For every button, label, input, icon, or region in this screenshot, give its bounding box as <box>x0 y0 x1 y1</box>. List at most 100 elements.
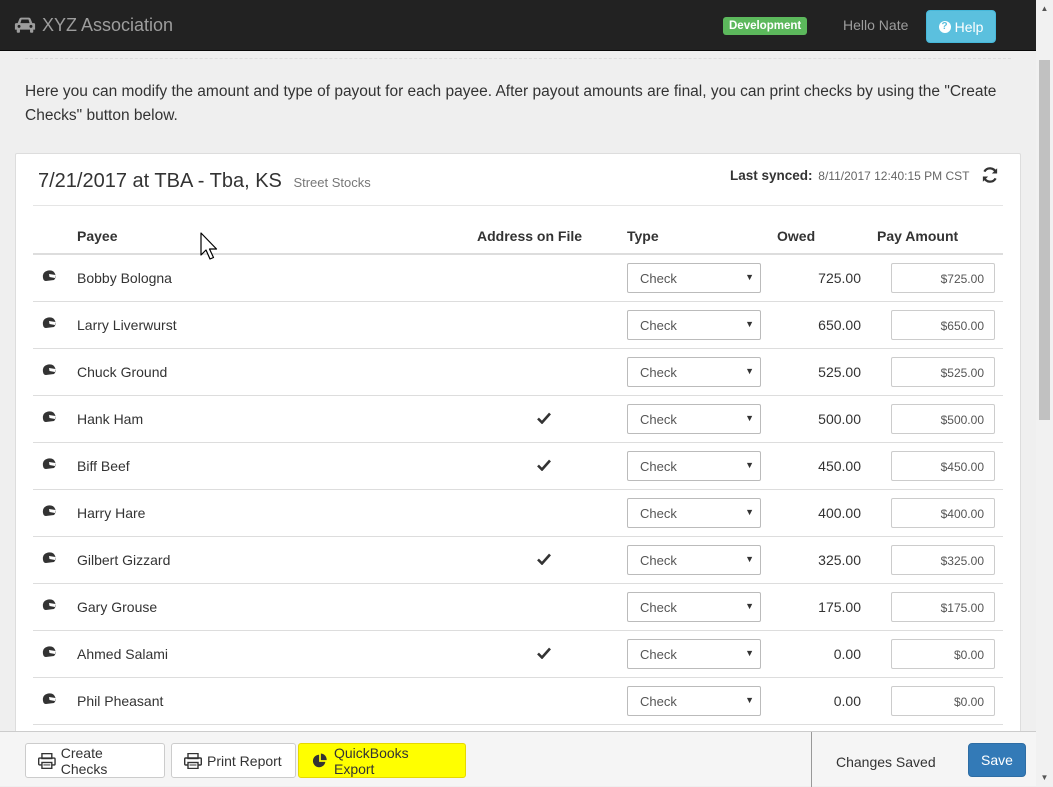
payout-type-value: Check <box>640 599 677 615</box>
helmet-cell <box>33 583 69 631</box>
header-pay-amount[interactable]: Pay Amount <box>869 218 1003 255</box>
pay-amount-input[interactable]: $525.00 <box>891 356 995 387</box>
payout-type-select[interactable]: Check ▼ <box>627 356 761 387</box>
help-button[interactable]: ? Help <box>926 10 996 43</box>
helmet-cell <box>33 254 69 302</box>
payee-name: Gary Grouse <box>69 583 469 631</box>
checkmark-icon <box>537 553 551 565</box>
payout-type-select[interactable]: Check ▼ <box>627 403 761 434</box>
payout-type-select[interactable]: Check ▼ <box>627 638 761 669</box>
quickbooks-export-button[interactable]: QuickBooks Export <box>298 743 466 778</box>
payout-type-value: Check <box>640 317 677 333</box>
printer-icon <box>184 752 202 769</box>
payee-name: Chuck Ground <box>69 348 469 396</box>
helmet-cell <box>33 301 69 349</box>
payout-type-select[interactable]: Check ▼ <box>627 450 761 481</box>
payee-name: Hank Ham <box>69 395 469 443</box>
pay-amount-cell: $0.00 <box>869 677 1003 725</box>
create-checks-label: Create Checks <box>60 744 108 777</box>
address-on-file-cell <box>469 536 619 584</box>
pay-amount-input[interactable]: $450.00 <box>891 450 995 481</box>
header-address[interactable]: Address on File <box>469 218 619 255</box>
table-row: Biff Beef Check ▼ 450.00 $450.00 <box>33 442 1003 490</box>
pay-amount-input[interactable]: $0.00 <box>891 638 995 669</box>
payout-type-select[interactable]: Check ▼ <box>627 309 761 340</box>
payout-type-select[interactable]: Check ▼ <box>627 544 761 575</box>
pay-amount-cell: $0.00 <box>869 630 1003 678</box>
pie-chart-icon <box>312 752 327 767</box>
header-owed[interactable]: Owed <box>769 218 869 255</box>
caret-down-icon: ▼ <box>745 365 754 376</box>
owed-amount: 450.00 <box>769 442 869 490</box>
payee-name: Phil Pheasant <box>69 677 469 725</box>
help-label: Help <box>954 18 984 35</box>
scroll-down-arrow-icon[interactable]: ▼ <box>1036 769 1053 786</box>
pay-amount-cell: $500.00 <box>869 395 1003 443</box>
payout-panel: 7/21/2017 at TBA - Tba, KS Street Stocks… <box>15 153 1021 773</box>
type-cell: Check ▼ <box>619 395 769 443</box>
environment-badge: Development <box>723 17 808 35</box>
type-cell: Check ▼ <box>619 489 769 537</box>
type-cell: Check ▼ <box>619 630 769 678</box>
payout-type-value: Check <box>640 693 677 709</box>
mouse-pointer-icon <box>200 232 218 260</box>
header-payee[interactable]: Payee <box>69 218 469 255</box>
pay-amount-input[interactable]: $725.00 <box>891 262 995 293</box>
header-icon-col <box>33 218 69 255</box>
panel-divider <box>33 205 1003 206</box>
save-status: Changes Saved <box>836 754 936 770</box>
owed-amount: 0.00 <box>769 630 869 678</box>
page-scrollbar[interactable]: ▲ ▼ <box>1036 0 1053 786</box>
caret-down-icon: ▼ <box>745 506 754 517</box>
action-footer: Create Checks Print Report QuickBooks Ex… <box>0 731 1036 787</box>
print-report-button[interactable]: Print Report <box>171 743 296 778</box>
table-row: Phil Pheasant Check ▼ 0.00 $0.00 <box>33 677 1003 725</box>
address-on-file-cell <box>469 348 619 396</box>
table-row: Harry Hare Check ▼ 400.00 $400.00 <box>33 489 1003 537</box>
pay-amount-input[interactable]: $325.00 <box>891 544 995 575</box>
helmet-icon <box>42 270 56 282</box>
pay-amount-cell: $725.00 <box>869 254 1003 302</box>
create-checks-button[interactable]: Create Checks <box>25 743 165 778</box>
header-type[interactable]: Type <box>619 218 769 255</box>
table-row: Gary Grouse Check ▼ 175.00 $175.00 <box>33 583 1003 631</box>
scroll-up-arrow-icon[interactable]: ▲ <box>1036 0 1053 17</box>
pay-amount-input[interactable]: $400.00 <box>891 497 995 528</box>
payout-type-value: Check <box>640 411 677 427</box>
payout-type-select[interactable]: Check ▼ <box>627 591 761 622</box>
owed-amount: 0.00 <box>769 677 869 725</box>
caret-down-icon: ▼ <box>745 318 754 329</box>
type-cell: Check ▼ <box>619 254 769 302</box>
payee-name: Harry Hare <box>69 489 469 537</box>
payee-name: Ahmed Salami <box>69 630 469 678</box>
scrollbar-thumb[interactable] <box>1039 60 1050 420</box>
pay-amount-input[interactable]: $175.00 <box>891 591 995 622</box>
save-button[interactable]: Save <box>968 743 1026 777</box>
pay-amount-cell: $525.00 <box>869 348 1003 396</box>
address-on-file-cell <box>469 630 619 678</box>
address-on-file-cell <box>469 254 619 302</box>
owed-amount: 525.00 <box>769 348 869 396</box>
type-cell: Check ▼ <box>619 301 769 349</box>
synced-label: Last synced: <box>730 168 813 183</box>
address-on-file-cell <box>469 442 619 490</box>
app-title: XYZ Association <box>42 14 174 35</box>
refresh-icon[interactable] <box>981 166 999 184</box>
owed-amount: 650.00 <box>769 301 869 349</box>
pay-amount-input[interactable]: $650.00 <box>891 309 995 340</box>
payee-name: Gilbert Gizzard <box>69 536 469 584</box>
pay-amount-input[interactable]: $500.00 <box>891 403 995 434</box>
helmet-icon <box>42 599 56 610</box>
brand[interactable]: XYZ Association <box>14 14 173 36</box>
payout-type-value: Check <box>640 364 677 380</box>
address-on-file-cell <box>469 583 619 631</box>
helmet-cell <box>33 348 69 396</box>
pay-amount-input[interactable]: $0.00 <box>891 685 995 716</box>
type-cell: Check ▼ <box>619 536 769 584</box>
user-greeting[interactable]: Hello Nate <box>843 17 908 33</box>
payout-type-select[interactable]: Check ▼ <box>627 685 761 716</box>
payout-type-select[interactable]: Check ▼ <box>627 262 761 293</box>
payout-type-select[interactable]: Check ▼ <box>627 497 761 528</box>
payout-type-value: Check <box>640 505 677 521</box>
top-navbar: XYZ Association Development Hello Nate ?… <box>0 0 1036 51</box>
